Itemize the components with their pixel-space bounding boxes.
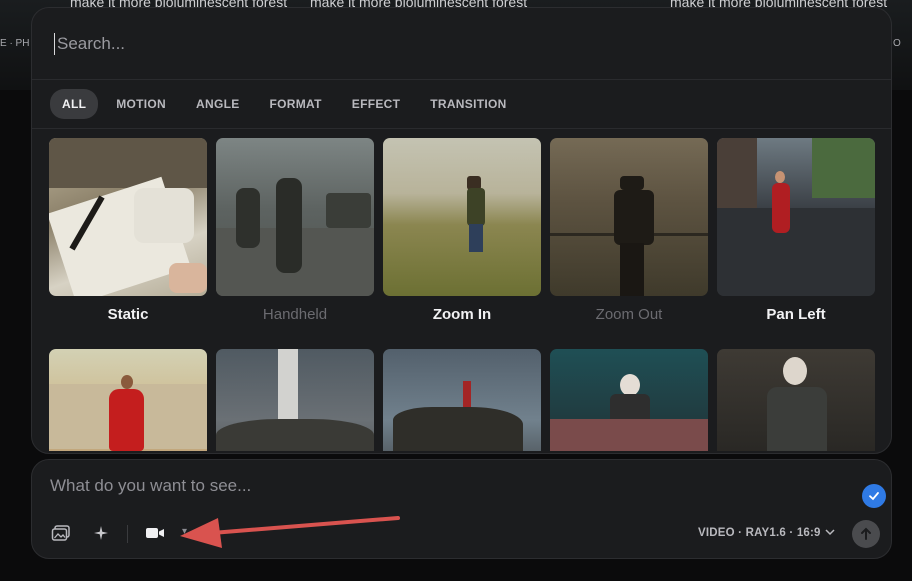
thumbnail	[550, 349, 708, 451]
tab-effect[interactable]: EFFECT	[340, 89, 412, 119]
concept-card-handheld[interactable]: Handheld	[216, 138, 374, 323]
search-row	[32, 8, 891, 80]
search-input[interactable]	[54, 32, 654, 55]
prompt-bar: ▾ VIDEO · RAY1.6 · 16:9	[31, 459, 892, 559]
thumbnail-static	[49, 138, 207, 296]
concept-card-zoom-in[interactable]: Zoom In	[383, 138, 541, 323]
tab-format[interactable]: FORMAT	[258, 89, 334, 119]
thumbnail	[49, 349, 207, 451]
background-edge-text: E · PH	[0, 38, 30, 49]
toolbar-divider	[127, 525, 128, 543]
filter-tabs: ALL MOTION ANGLE FORMAT EFFECT TRANSITIO…	[32, 80, 891, 129]
thumbnail-pan-left	[717, 138, 875, 296]
chevron-down-icon[interactable]	[824, 525, 836, 543]
arrow-up-icon	[861, 527, 871, 540]
image-icon[interactable]	[50, 522, 72, 544]
sparkle-icon[interactable]	[90, 522, 112, 544]
concept-card[interactable]	[550, 349, 708, 451]
thumbnail-zoom-out	[550, 138, 708, 296]
send-button[interactable]	[852, 520, 880, 548]
model-selector-label[interactable]: VIDEO · RAY1.6 · 16:9	[698, 527, 821, 539]
concept-card[interactable]	[717, 349, 875, 451]
thumbnail	[717, 349, 875, 451]
concept-card-pan-left[interactable]: Pan Left	[717, 138, 875, 323]
concept-card[interactable]	[383, 349, 541, 451]
card-label: Static	[107, 306, 149, 323]
thumbnail-zoom-in	[383, 138, 541, 296]
thumbnail-handheld	[216, 138, 374, 296]
concept-card[interactable]	[216, 349, 374, 451]
concept-card-static[interactable]: Static	[49, 138, 207, 323]
chevron-down-icon[interactable]: ▾	[182, 526, 187, 537]
tab-transition[interactable]: TRANSITION	[418, 89, 518, 119]
card-label: Zoom In	[432, 306, 492, 323]
check-icon[interactable]	[862, 484, 886, 508]
prompt-input[interactable]	[50, 476, 810, 496]
tab-all[interactable]: ALL	[50, 89, 99, 119]
video-camera-icon[interactable]	[144, 522, 166, 544]
tab-angle[interactable]: ANGLE	[184, 89, 252, 119]
background-edge-text: O	[893, 38, 901, 49]
thumbnail	[383, 349, 541, 451]
card-label: Handheld	[262, 306, 328, 323]
card-label: Zoom Out	[595, 306, 663, 323]
concept-card-zoom-out[interactable]: Zoom Out	[550, 138, 708, 323]
concept-card[interactable]	[49, 349, 207, 451]
card-label: Pan Left	[766, 306, 826, 323]
tab-motion[interactable]: MOTION	[104, 89, 178, 119]
thumbnail	[216, 349, 374, 451]
